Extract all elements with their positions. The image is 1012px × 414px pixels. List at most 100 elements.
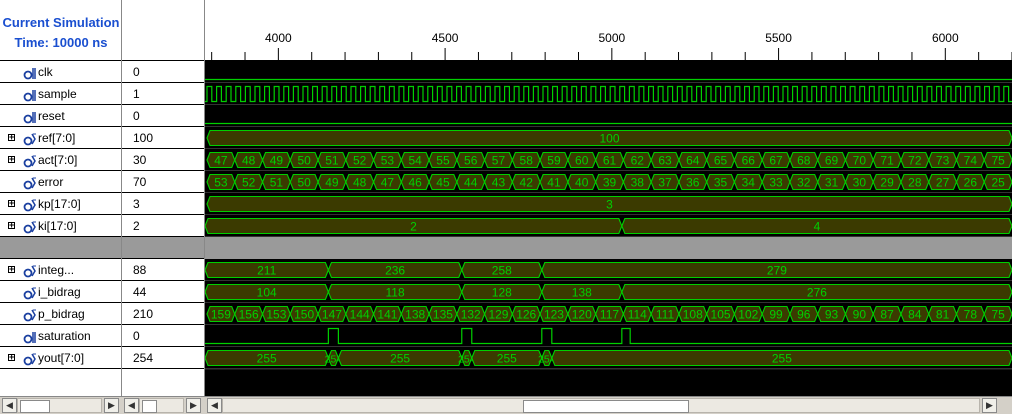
- bus-segment-label: 67: [769, 154, 783, 168]
- signal-row-act-7-0[interactable]: + act[7:0]: [0, 149, 121, 171]
- signal-name: saturation: [38, 329, 91, 343]
- time-tick-label: 6000: [932, 31, 959, 45]
- bus-segment-label: 159: [211, 308, 231, 322]
- bus-segment-label: 30: [853, 176, 867, 190]
- names-scroll-left-button[interactable]: ◀: [2, 398, 17, 413]
- signal-row-sample[interactable]: sample: [0, 83, 121, 105]
- signal-value-p-bidrag: 210: [122, 303, 204, 325]
- signal-row-ref-7-0[interactable]: + ref[7:0]: [0, 127, 121, 149]
- bus-segment-label: 102: [738, 308, 758, 322]
- signal-row-integ[interactable]: + integ...: [0, 259, 121, 281]
- bus-segment-label: 100: [599, 132, 619, 146]
- waveform-kp-17-0[interactable]: 3: [205, 195, 1012, 215]
- bus-segment-label: 69: [825, 154, 839, 168]
- bus-segment-label: 51: [325, 154, 339, 168]
- signal-value-reset: 0: [122, 105, 204, 127]
- bus-segment-label: 48: [242, 154, 256, 168]
- bus-segment-label: 39: [603, 176, 617, 190]
- waveform-clk[interactable]: [205, 78, 1012, 83]
- bus-segment-label: 211: [257, 264, 276, 278]
- waveform-yout-7-0[interactable]: 255 254 255 254 255 254 255: [205, 349, 1012, 369]
- signal-row-kp-17-0[interactable]: + kp[17:0]: [0, 193, 121, 215]
- bus-segment-label: 52: [242, 176, 256, 190]
- wave-scroll-thumb[interactable]: [523, 400, 689, 413]
- values-scroll-right-button[interactable]: ▶: [186, 398, 201, 413]
- bus-segment-label: 90: [853, 308, 867, 322]
- bus-segment-label: 47: [214, 154, 228, 168]
- signal-value-column: 0 1 0 100 30 70 3 2 88 44 210 0 254: [122, 0, 205, 396]
- signal-row-p-bidrag[interactable]: p_bidrag: [0, 303, 121, 325]
- values-scroll-thumb[interactable]: [142, 400, 157, 413]
- waveform-reset[interactable]: [205, 122, 1012, 127]
- bus-segment-label: 2: [410, 220, 417, 234]
- expand-icon[interactable]: +: [8, 199, 15, 208]
- bus-segment-label: 236: [385, 264, 405, 278]
- bus-segment-label: 32: [797, 176, 811, 190]
- bus-segment-label: 43: [492, 176, 506, 190]
- bus-segment-label: 147: [322, 308, 342, 322]
- waveform-act-7-0[interactable]: 47 48 49 50 51 52 53 54 55 56 57 58 59 60 61 62 63 64 65 66…: [205, 151, 1012, 171]
- wave-horizontal-scrollbar[interactable]: [222, 398, 980, 413]
- bus-segment-label: 111: [656, 308, 675, 322]
- waveform-error[interactable]: 53 52 51 50 49 48 47 46 45 44 43 42 41 40 39 38 37 36 35 34…: [205, 173, 1012, 193]
- signal-value-kp-17-0: 3: [122, 193, 204, 215]
- wave-scroll-right-button[interactable]: ▶: [982, 398, 997, 413]
- values-horizontal-scrollbar[interactable]: [139, 398, 184, 413]
- wire-signal-icon: [23, 109, 37, 124]
- signal-row-saturation[interactable]: saturation: [0, 325, 121, 347]
- expand-icon[interactable]: +: [8, 133, 15, 142]
- bus-segment-label: 25: [991, 176, 1005, 190]
- bus-segment-label: 50: [297, 154, 311, 168]
- names-scroll-thumb[interactable]: [20, 400, 50, 413]
- waveform-svg[interactable]: 4000 4500 5000 5500 6000 100 47 48 49 50 51 52 53 54 5…: [205, 0, 1012, 396]
- signal-row-reset[interactable]: reset: [0, 105, 121, 127]
- signal-row-error[interactable]: error: [0, 171, 121, 193]
- signal-name: integ...: [38, 263, 75, 277]
- bus-segment-label: 42: [520, 176, 534, 190]
- bus-segment-label: 37: [658, 176, 672, 190]
- waveform-ref-7-0[interactable]: 100: [205, 129, 1012, 149]
- values-scroll-left-button[interactable]: ◀: [124, 398, 139, 413]
- signal-name: ki[17:0]: [38, 219, 77, 233]
- waveform-ki-17-0[interactable]: 24: [205, 217, 1012, 237]
- signal-name-column: Current Simulation Time: 10000 ns clk sam…: [0, 0, 122, 396]
- bus-segment-label: 255: [390, 352, 410, 366]
- bus-segment-label: 46: [409, 176, 423, 190]
- waveform-saturation[interactable]: [205, 327, 1012, 347]
- names-horizontal-scrollbar[interactable]: [17, 398, 102, 413]
- signal-name: sample: [38, 87, 77, 101]
- bus-signal-icon: [23, 131, 37, 146]
- bus-segment-label: 120: [572, 308, 592, 322]
- bus-segment-label: 36: [686, 176, 700, 190]
- waveform-integ[interactable]: 211 236 258 279: [205, 261, 1012, 281]
- expand-icon[interactable]: +: [8, 265, 15, 274]
- bus-segment-label: 93: [825, 308, 839, 322]
- divider-row-wave: [205, 237, 1012, 259]
- bus-segment-label: 255: [497, 352, 517, 366]
- wave-scroll-left-button[interactable]: ◀: [207, 398, 222, 413]
- signal-row-yout-7-0[interactable]: + yout[7:0]: [0, 347, 121, 369]
- bus-segment-label: 276: [807, 286, 827, 300]
- waveform-p-bidrag[interactable]: 159 156 153 150 147 144 141 138 135 132 129 126 123 1…: [205, 305, 1012, 325]
- waveform-sample[interactable]: [205, 85, 1012, 105]
- bus-segment-label: 126: [516, 308, 536, 322]
- bus-signal-icon: [23, 175, 37, 190]
- waveform-i-bidrag[interactable]: 104 118 128 138 276: [205, 283, 1012, 303]
- signal-row-ki-17-0[interactable]: + ki[17:0]: [0, 215, 121, 237]
- bus-signal-icon: [23, 153, 37, 168]
- bus-segment-label: 71: [880, 154, 894, 168]
- signal-name: error: [38, 175, 64, 189]
- divider-row: [122, 237, 204, 259]
- signal-row-clk[interactable]: clk: [0, 61, 121, 83]
- names-scroll-right-button[interactable]: ▶: [104, 398, 119, 413]
- expand-icon[interactable]: +: [8, 353, 15, 362]
- bus-segment-label: 78: [964, 308, 978, 322]
- expand-icon[interactable]: +: [8, 155, 15, 164]
- bus-signal-icon: [23, 351, 37, 366]
- wire-signal-icon: [23, 87, 37, 102]
- bus-segment-label: 87: [880, 308, 894, 322]
- expand-icon[interactable]: +: [8, 221, 15, 230]
- bus-segment-label: 156: [239, 308, 259, 322]
- signal-row-i-bidrag[interactable]: i_bidrag: [0, 281, 121, 303]
- waveform-canvas[interactable]: 4000 4500 5000 5500 6000 100 47 48 49 50 51 52 53 54 5…: [205, 0, 1012, 396]
